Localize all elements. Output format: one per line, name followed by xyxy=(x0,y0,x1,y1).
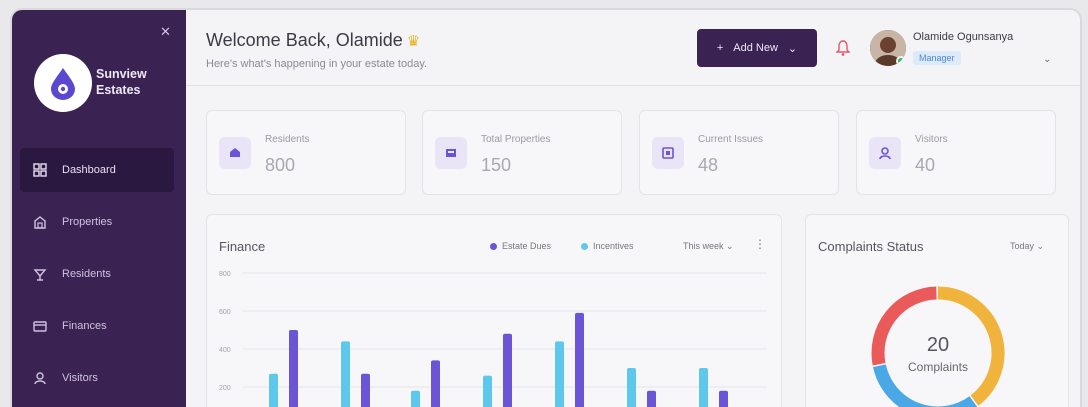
brand-name: Sunview Estates xyxy=(96,67,147,97)
bar-estate-dues[interactable] xyxy=(575,312,584,407)
topbar: Welcome Back, Olamide ♛ Here's what's hap… xyxy=(186,10,1080,86)
stat-card-residents: Residents 800 xyxy=(206,110,406,195)
sidebar-item-residents[interactable]: Residents xyxy=(20,252,174,296)
bar-incentives[interactable] xyxy=(627,368,636,407)
bell-icon[interactable] xyxy=(836,39,850,57)
bar-estate-dues[interactable] xyxy=(289,330,298,407)
chevron-down-icon: ⌄ xyxy=(787,42,798,55)
drop-logo-icon xyxy=(51,68,75,100)
stat-label: Current Issues xyxy=(698,134,764,145)
stat-card-total-properties: Total Properties 150 xyxy=(422,110,622,195)
complaints-card: Complaints Status Today ⌄ 20 Complaints xyxy=(805,214,1069,407)
logo xyxy=(34,54,92,112)
bar-estate-dues[interactable] xyxy=(361,373,370,407)
sidebar-item-properties[interactable]: Properties xyxy=(20,200,174,244)
page-subtitle: Here's what's happening in your estate t… xyxy=(206,58,428,70)
bar-estate-dues[interactable] xyxy=(647,390,656,407)
complaints-count: 20 xyxy=(927,334,949,356)
sidebar-item-label: Visitors xyxy=(62,372,98,384)
stat-value: 48 xyxy=(698,155,719,175)
sidebar-item-dashboard[interactable]: Dashboard xyxy=(20,148,174,192)
users-icon xyxy=(32,266,48,282)
stat-card-current-issues: Current Issues 48 xyxy=(639,110,839,195)
y-tick-label: 600 xyxy=(219,309,231,316)
avatar[interactable] xyxy=(870,30,906,66)
sidebar-item-label: Dashboard xyxy=(62,164,116,176)
y-tick-label: 400 xyxy=(219,347,231,354)
finance-chart: 800 600 400 200 xyxy=(219,271,767,407)
main-content: Welcome Back, Olamide ♛ Here's what's hap… xyxy=(186,10,1080,407)
bar-incentives[interactable] xyxy=(269,373,278,407)
plus-icon: + xyxy=(716,42,724,54)
y-tick-label: 200 xyxy=(219,385,231,392)
bar-estate-dues[interactable] xyxy=(719,390,728,407)
bar-incentives[interactable] xyxy=(341,341,350,407)
role-badge: Manager xyxy=(913,51,961,65)
sidebar-item-label: Finances xyxy=(62,320,107,332)
user-menu-chevron-icon[interactable]: ⌄ xyxy=(1043,54,1051,65)
welcome-text: Welcome Back, Olamide xyxy=(206,30,403,50)
wallet-icon xyxy=(32,318,48,334)
sidebar-item-label: Properties xyxy=(62,216,113,228)
bar-incentives[interactable] xyxy=(411,390,420,407)
stat-value: 800 xyxy=(265,155,296,175)
sidebar: ✕ Sunview Estates Dashboard Properties Res… xyxy=(12,10,186,407)
home-icon xyxy=(219,137,251,169)
sidebar-nav: Dashboard Properties Residents Finances Visi… xyxy=(20,148,174,407)
bar-estate-dues[interactable] xyxy=(431,360,440,407)
crown-icon: ♛ xyxy=(406,33,421,50)
complaints-donut-chart: 20 Complaints xyxy=(871,286,1005,407)
sidebar-item-visitors[interactable]: Visitors xyxy=(20,356,174,400)
grid-icon xyxy=(32,162,48,178)
building-icon xyxy=(32,214,48,230)
stat-value: 40 xyxy=(915,155,936,175)
complaints-label: Complaints xyxy=(908,360,968,374)
sidebar-item-label: Residents xyxy=(62,268,111,280)
app-window: ✕ Sunview Estates Dashboard Properties Res… xyxy=(12,10,1080,407)
page-title: Welcome Back, Olamide ♛ xyxy=(206,30,420,51)
bar-incentives[interactable] xyxy=(555,341,564,407)
stat-label: Total Properties xyxy=(481,134,551,145)
finance-card: Finance Estate Dues Incentives This week… xyxy=(206,214,782,407)
stat-value: 150 xyxy=(481,155,512,175)
add-new-label: Add New xyxy=(733,42,778,54)
stat-label: Residents xyxy=(265,134,310,145)
stat-label: Visitors xyxy=(915,134,948,145)
y-tick-label: 800 xyxy=(219,271,231,278)
bar-incentives[interactable] xyxy=(483,375,492,407)
user-name: Olamide Ogunsanya xyxy=(913,31,1014,43)
add-new-button[interactable]: + Add New ⌄ xyxy=(697,29,817,67)
stat-card-visitors: Visitors 40 xyxy=(856,110,1056,195)
sidebar-item-finances[interactable]: Finances xyxy=(20,304,174,348)
issues-icon xyxy=(652,137,684,169)
bar-incentives[interactable] xyxy=(699,368,708,407)
bar-estate-dues[interactable] xyxy=(503,333,512,407)
user-icon xyxy=(32,370,48,386)
visitor-icon xyxy=(869,137,901,169)
property-icon xyxy=(435,137,467,169)
close-icon[interactable]: ✕ xyxy=(160,24,171,40)
online-status-dot xyxy=(896,56,906,66)
